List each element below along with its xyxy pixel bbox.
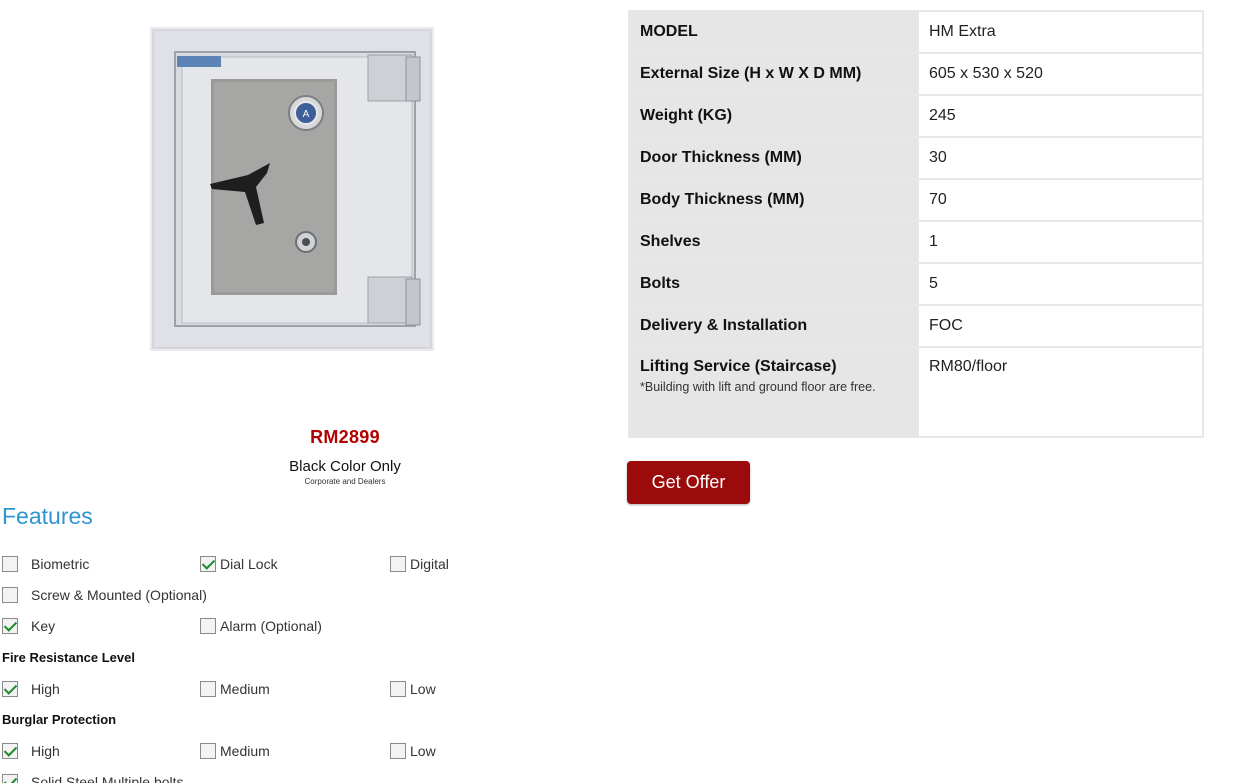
features-title: Features [2,503,93,529]
feature-option-dial-lock[interactable]: Dial Lock [200,553,278,575]
spec-key: Bolts [628,262,919,306]
fire-option-low[interactable]: Low [390,678,436,700]
checkbox[interactable] [200,743,216,759]
svg-text:A: A [303,109,310,120]
checkbox[interactable] [200,681,216,697]
features-row: Biometric Dial Lock Digital [2,553,622,575]
feature-label: Digital [410,556,449,572]
feature-option-key[interactable]: Key [2,615,55,637]
feature-label: Alarm (Optional) [220,618,322,634]
checkbox-checked[interactable] [2,774,18,783]
feature-label: Medium [220,681,270,697]
checkbox[interactable] [200,618,216,634]
spec-value: FOC [917,304,1204,348]
spec-value: 605 x 530 x 520 [917,52,1204,96]
burglar-option-low[interactable]: Low [390,740,436,762]
spec-value: HM Extra [917,10,1204,54]
table-row: Body Thickness (MM) 70 [628,178,1204,222]
checkbox[interactable] [2,556,18,572]
feature-label: Dial Lock [220,556,278,572]
spec-value: 30 [917,136,1204,180]
table-row: Lifting Service (Staircase) *Building wi… [628,346,1204,438]
color-subnote: Corporate and Dealers [304,477,386,486]
spec-key: Lifting Service (Staircase) [640,358,837,375]
table-row: MODEL HM Extra [628,10,1204,54]
spec-key: MODEL [628,10,919,54]
table-row: Shelves 1 [628,220,1204,264]
table-row: External Size (H x W X D MM) 605 x 530 x… [628,52,1204,96]
checkbox-checked[interactable] [2,743,18,759]
feature-label: Key [31,618,56,634]
feature-label: Medium [220,743,270,759]
feature-option-solid-steel-bolts[interactable]: Solid Steel Multiple bolts [2,771,184,783]
feature-label: Screw & Mounted (Optional) [31,587,207,603]
feature-option-biometric[interactable]: Biometric [2,553,89,575]
spec-value: 5 [917,262,1204,306]
checkbox[interactable] [390,556,406,572]
spec-table: MODEL HM Extra External Size (H x W X D … [628,10,1204,438]
checkbox[interactable] [2,587,18,603]
table-row: Door Thickness (MM) 30 [628,136,1204,180]
feature-option-digital[interactable]: Digital [390,553,449,575]
get-offer-button[interactable]: Get Offer [627,461,750,504]
spec-key: External Size (H x W X D MM) [628,52,919,96]
features-row: Solid Steel Multiple bolts [2,771,622,783]
feature-label: Solid Steel Multiple bolts [31,774,184,783]
product-price: RM2899 [310,427,380,447]
checkbox[interactable] [390,681,406,697]
spec-key: Body Thickness (MM) [628,178,919,222]
table-row: Weight (KG) 245 [628,94,1204,138]
burglar-protection-row: High Medium Low [2,740,622,762]
checkbox[interactable] [390,743,406,759]
spec-value: 1 [917,220,1204,264]
product-page: A RM2899 Black Color Only Corporate and … [0,0,1236,783]
feature-label: High [31,681,60,697]
feature-label: Biometric [31,556,90,572]
spec-value: RM80/floor [917,346,1204,438]
spec-key: Shelves [628,220,919,264]
fire-option-medium[interactable]: Medium [200,678,270,700]
feature-label: Low [410,743,436,759]
burglar-option-medium[interactable]: Medium [200,740,270,762]
spec-key-cell: Lifting Service (Staircase) *Building wi… [628,346,919,438]
fire-resistance-heading: Fire Resistance Level [2,650,135,665]
spec-key-note: *Building with lift and ground floor are… [640,380,876,394]
fire-option-high[interactable]: High [2,678,60,700]
fire-resistance-row: High Medium Low [2,678,622,700]
checkbox-checked[interactable] [2,618,18,634]
color-note: Black Color Only [289,458,401,475]
feature-label: Low [410,681,436,697]
table-row: Delivery & Installation FOC [628,304,1204,348]
spec-value: 70 [917,178,1204,222]
checkbox-checked[interactable] [2,681,18,697]
burglar-option-high[interactable]: High [2,740,60,762]
feature-label: High [31,743,60,759]
spec-value: 245 [917,94,1204,138]
features-row: Key Alarm (Optional) [2,615,622,637]
features-row: Screw & Mounted (Optional) [2,584,622,606]
spec-key: Delivery & Installation [628,304,919,348]
safe-product-image: A [150,27,434,351]
spec-key: Weight (KG) [628,94,919,138]
spec-key: Door Thickness (MM) [628,136,919,180]
feature-option-screw-mounted[interactable]: Screw & Mounted (Optional) [2,584,207,606]
table-row: Bolts 5 [628,262,1204,306]
checkbox-checked[interactable] [200,556,216,572]
burglar-protection-heading: Burglar Protection [2,712,117,727]
feature-option-alarm[interactable]: Alarm (Optional) [200,615,322,637]
